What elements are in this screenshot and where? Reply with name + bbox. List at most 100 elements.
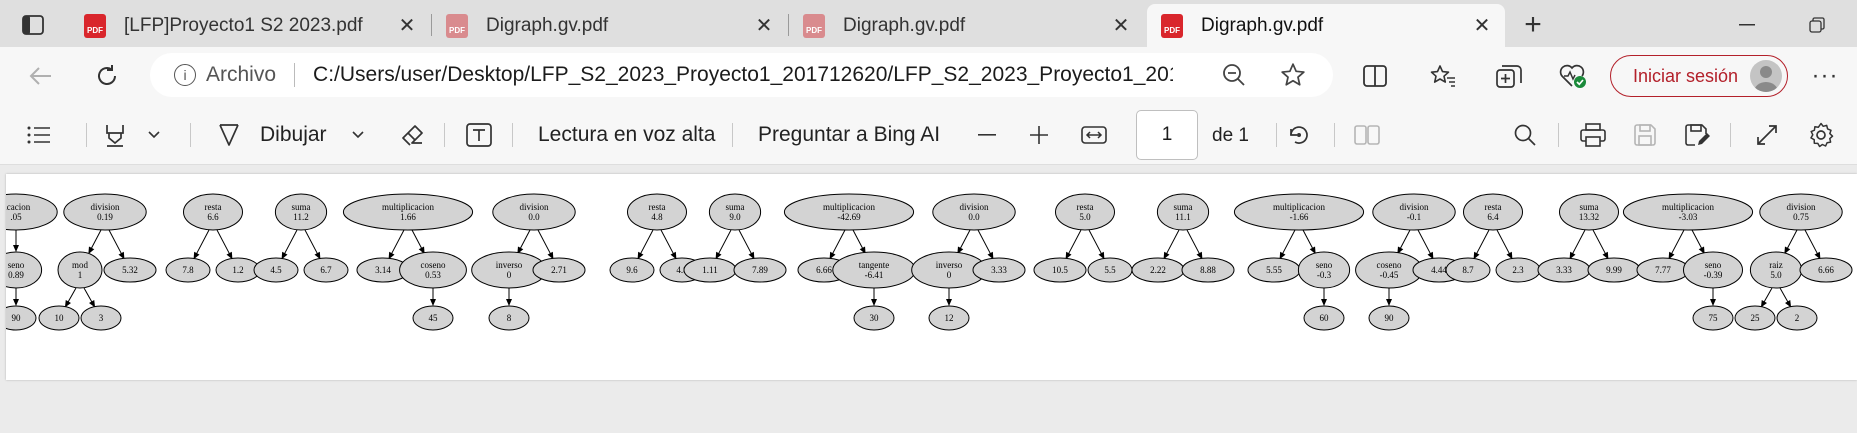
- refresh-icon[interactable]: [90, 59, 124, 93]
- close-icon[interactable]: ✕: [394, 13, 420, 38]
- print-icon[interactable]: [1578, 120, 1608, 150]
- graph-node: seno-0.3: [1297, 251, 1351, 289]
- graph-edge: [959, 229, 971, 249]
- info-icon[interactable]: i: [174, 64, 196, 86]
- node-label: seno: [1705, 260, 1722, 270]
- node-label: 0: [507, 270, 512, 280]
- digraph: 90seno0.89licacion.05103mod15.32division…: [6, 193, 1853, 331]
- tab-title: Digraph.gv.pdf: [486, 14, 609, 36]
- text-box-icon[interactable]: [464, 120, 494, 150]
- node-label: 8: [507, 313, 512, 323]
- save-as-icon[interactable]: [1682, 120, 1712, 150]
- split-screen-icon[interactable]: [1358, 59, 1392, 93]
- tab-1[interactable]: PDF Digraph.gv.pdf ✕: [432, 4, 787, 47]
- graph-node: multiplicacion-42.69: [783, 193, 915, 231]
- tab-title: [LFP]Proyecto1 S2 2023.pdf: [124, 14, 363, 36]
- graph-node: resta6.6: [183, 193, 243, 231]
- save-icon[interactable]: [1630, 120, 1660, 150]
- node-label: coseno: [421, 260, 446, 270]
- restore-icon[interactable]: [1800, 8, 1834, 42]
- node-label: -1.66: [1290, 212, 1309, 222]
- pdf-page[interactable]: 90seno0.89licacion.05103mod15.32division…: [6, 174, 1857, 380]
- highlight-icon[interactable]: [100, 120, 130, 150]
- address-bar: i Archivo C:/Users/user/Desktop/LFP_S2_2…: [0, 47, 1857, 105]
- ask-bing-button[interactable]: Preguntar a Bing AI: [758, 123, 940, 147]
- address-field[interactable]: i Archivo C:/Users/user/Desktop/LFP_S2_2…: [150, 53, 1333, 97]
- tab-2[interactable]: PDF Digraph.gv.pdf ✕: [789, 4, 1144, 47]
- draw-icon[interactable]: [214, 120, 244, 150]
- node-label: inverso: [496, 260, 523, 270]
- settings-gear-icon[interactable]: [1806, 120, 1836, 150]
- avatar: [1750, 60, 1782, 92]
- page-number-input[interactable]: 1: [1136, 110, 1198, 160]
- tab-actions-icon[interactable]: [18, 10, 48, 40]
- graph-node: 2.3: [1495, 257, 1541, 283]
- graph-node: 9.6: [609, 257, 655, 283]
- table-of-contents-icon[interactable]: [24, 120, 54, 150]
- more-options-icon[interactable]: ···: [1808, 59, 1842, 93]
- draw-button[interactable]: Dibujar: [260, 123, 327, 147]
- fit-width-icon[interactable]: [1079, 120, 1109, 150]
- node-label: 4.44: [1431, 265, 1447, 275]
- node-label: 13.32: [1579, 212, 1599, 222]
- toolbar-separator: [512, 123, 513, 147]
- favorite-star-icon[interactable]: [1280, 62, 1306, 93]
- favorites-icon[interactable]: [1426, 59, 1460, 93]
- expand-icon[interactable]: [1752, 120, 1782, 150]
- new-tab-icon[interactable]: +: [1516, 8, 1550, 42]
- node-label: resta: [1077, 202, 1094, 212]
- graph-node: 1.2: [215, 257, 261, 283]
- graph-node: 30: [853, 305, 895, 331]
- signin-button[interactable]: Iniciar sesión: [1610, 55, 1788, 97]
- graph-node: 3: [80, 305, 122, 331]
- node-label: 0.0: [528, 212, 540, 222]
- chevron-down-icon[interactable]: [346, 123, 370, 147]
- node-label: 45: [429, 313, 439, 323]
- node-label: 5.0: [1079, 212, 1091, 222]
- graph-node: 4.5: [253, 257, 299, 283]
- site-info-label[interactable]: Archivo: [206, 63, 276, 87]
- node-label: suma: [292, 202, 311, 212]
- zoom-out-icon[interactable]: [1222, 63, 1246, 92]
- read-aloud-button[interactable]: Lectura en voz alta: [538, 123, 715, 147]
- minimize-icon[interactable]: [1730, 8, 1764, 42]
- graph-node: 5.32: [103, 257, 157, 283]
- graph-node: 12: [928, 305, 970, 331]
- graph-edge: [1786, 229, 1798, 249]
- node-label: 5.32: [122, 265, 138, 275]
- edge-arrowhead: [13, 299, 19, 306]
- zoom-in-icon[interactable]: [1024, 120, 1054, 150]
- tab-3[interactable]: PDF Digraph.gv.pdf ✕: [1147, 4, 1505, 47]
- node-label: division: [1399, 202, 1429, 212]
- rotate-icon[interactable]: [1284, 120, 1314, 150]
- graph-edge: [1763, 287, 1773, 303]
- tab-0[interactable]: PDF [LFP]Proyecto1 S2 2023.pdf ✕: [70, 4, 430, 47]
- page-view-icon[interactable]: [1352, 120, 1382, 150]
- tab-bar: PDF [LFP]Proyecto1 S2 2023.pdf ✕ PDF Dig…: [0, 0, 1857, 47]
- graph-edge: [1088, 229, 1103, 255]
- graph-node: seno-0.39: [1683, 251, 1743, 289]
- node-label: 5.5: [1104, 265, 1116, 275]
- close-icon[interactable]: ✕: [1469, 13, 1495, 38]
- chevron-down-icon[interactable]: [142, 123, 166, 147]
- node-label: seno: [8, 260, 25, 270]
- search-icon[interactable]: [1510, 120, 1540, 150]
- graph-edge: [831, 229, 846, 255]
- url-text[interactable]: C:/Users/user/Desktop/LFP_S2_2023_Proyec…: [313, 63, 1173, 87]
- graph-node: 8: [488, 305, 530, 331]
- node-label: raiz: [1769, 260, 1783, 270]
- zoom-out-icon[interactable]: [972, 120, 1002, 150]
- graph-node: seno0.89: [6, 251, 43, 289]
- node-label: 4.8: [651, 212, 663, 222]
- close-icon[interactable]: ✕: [751, 13, 777, 38]
- graph-node: 5.55: [1247, 257, 1301, 283]
- collections-icon[interactable]: [1492, 59, 1526, 93]
- graph-edge: [83, 287, 93, 303]
- eraser-icon[interactable]: [398, 120, 428, 150]
- browser-essentials-icon[interactable]: [1556, 59, 1590, 93]
- pdf-toolbar: Dibujar Lectura en voz alta Preguntar a …: [0, 105, 1857, 165]
- back-icon[interactable]: [24, 59, 58, 93]
- graph-edge: [1475, 229, 1490, 255]
- close-icon[interactable]: ✕: [1108, 13, 1134, 38]
- graph-edge: [639, 229, 654, 255]
